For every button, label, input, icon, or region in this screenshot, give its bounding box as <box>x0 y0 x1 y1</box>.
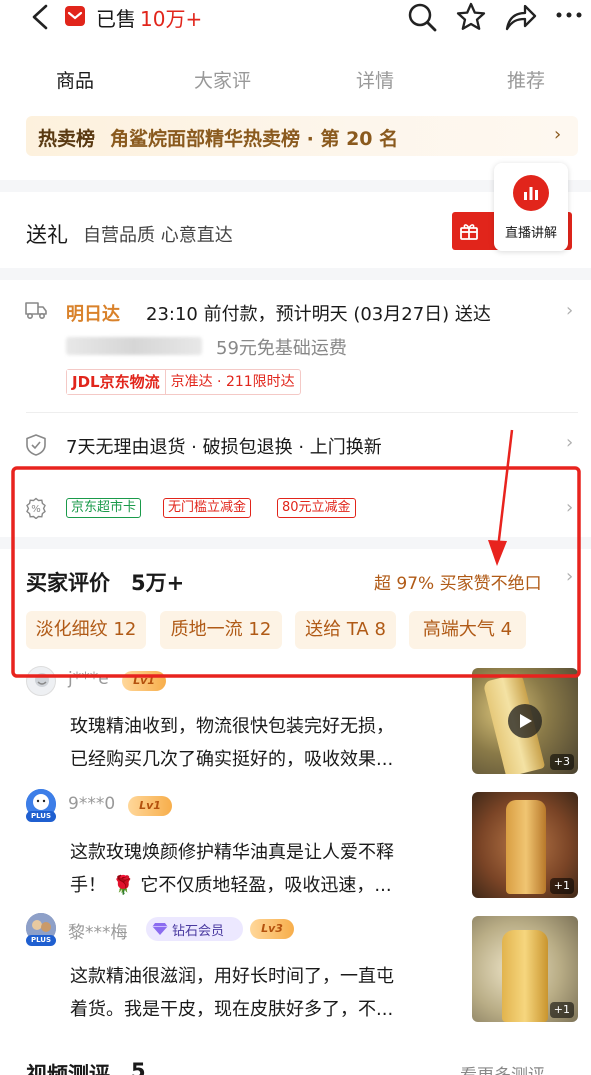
tab-details[interactable]: 详情 <box>356 66 394 93</box>
live-icon <box>513 175 549 211</box>
media-count: +1 <box>549 1002 574 1018</box>
bottle-image <box>502 930 548 1022</box>
plus-badge: PLUS <box>26 935 56 946</box>
reviews-praise: 超 97% 买家赞不绝口 <box>374 574 542 594</box>
jdl-logo: JDL京东物流 <box>67 370 166 394</box>
truck-icon <box>25 302 47 320</box>
sold-count: 10万+ <box>140 7 203 31</box>
review-media-thumbnail[interactable]: +1 <box>472 792 578 898</box>
review-text-line: 玫瑰精油收到，物流很快包装完好无损， <box>70 716 394 737</box>
section-divider <box>0 268 591 280</box>
blurred-address <box>66 337 202 355</box>
chevron-right-icon: › <box>566 300 574 321</box>
cart-icon <box>65 6 85 26</box>
tab-product[interactable]: 商品 <box>56 66 94 93</box>
level-badge: Lv1 <box>128 796 172 816</box>
video-review-count: 5 <box>131 1059 146 1075</box>
promo-tag-supermarket-card: 京东超市卡 <box>66 498 142 518</box>
reviews-count: 5万+ <box>131 571 185 595</box>
avatar: PLUS <box>26 789 56 822</box>
review-text-line: 这款玫瑰焕颜修护精华油真是让人爱不释 <box>70 842 394 863</box>
review-text-line: 它不仅质地轻盈，吸收迅速，... <box>140 875 392 896</box>
bottle-image <box>506 800 546 894</box>
chevron-right-icon: › <box>554 124 562 145</box>
chevron-right-icon: › <box>566 566 574 587</box>
logistics-tag: JDL京东物流 京准达 · 211限时达 <box>66 369 301 395</box>
level-badge: Lv3 <box>250 919 294 939</box>
plus-badge: PLUS <box>26 811 56 822</box>
review-text-line: 这款精油很滋润，用好长时间了，一直屯 <box>70 966 394 987</box>
media-count: +3 <box>549 754 574 770</box>
delivery-section[interactable]: 明日达 23:10 前付款，预计明天 (03月27日) 送达 › 59元免基础运… <box>0 280 591 410</box>
rose-icon: 🌹 <box>112 875 135 896</box>
review-tag-premium[interactable]: 高端大气 4 <box>409 611 526 649</box>
review-text-line: 已经购买几次了确实挺好的，吸收效果... <box>70 749 394 770</box>
top-bar: 已售 10万+ <box>0 0 591 36</box>
service-text: 7天无理由退货 · 破损包退换 · 上门换新 <box>66 437 382 458</box>
ranking-bar[interactable]: 热卖榜 角鲨烷面部精华热卖榜 · 第 20 名 › <box>26 116 578 156</box>
review-media-thumbnail[interactable]: +3 <box>472 668 578 774</box>
reviews-title: 买家评价 <box>26 571 110 595</box>
review-tag-fine-lines[interactable]: 淡化细纹 12 <box>26 611 146 649</box>
ranking-prefix: 热卖榜 <box>38 128 96 150</box>
review-text[interactable]: 玫瑰精油收到，物流很快包装完好无损， 已经购买几次了确实挺好的，吸收效果... <box>70 710 462 776</box>
video-review-more: 看更多测评 <box>460 1061 545 1075</box>
divider <box>26 412 578 413</box>
shipping-fee: 59元免基础运费 <box>216 338 347 359</box>
ranking-text: 角鲨烷面部精华热卖榜 · 第 20 名 <box>110 128 399 150</box>
review-text[interactable]: 这款玫瑰焕颜修护精华油真是让人爱不释 手！ 🌹 它不仅质地轻盈，吸收迅速，... <box>70 836 462 902</box>
promo-tag-80-off: 80元立减金 <box>277 498 356 518</box>
gift-icon <box>460 224 478 240</box>
back-arrow-icon[interactable] <box>30 4 50 30</box>
gift-subtitle: 自营品质 心意直达 <box>83 225 233 246</box>
review-media-thumbnail[interactable]: +1 <box>472 916 578 1022</box>
logistics-text: 京准达 · 211限时达 <box>170 374 295 390</box>
promo-row[interactable]: % 京东超市卡 无门槛立减金 80元立减金 › <box>0 480 591 536</box>
video-review-title: 视频测评 <box>26 1063 110 1075</box>
avatar <box>26 666 56 696</box>
more-icon[interactable] <box>554 10 584 20</box>
member-badge-label: 钻石会员 <box>172 923 225 939</box>
section-divider <box>0 537 591 549</box>
review-text-line: 着货。我是干皮，现在皮肤好多了，不... <box>70 999 394 1020</box>
svg-text:%: % <box>31 504 41 515</box>
level-badge: Lv1 <box>122 671 166 691</box>
reviewer-name: 黎***梅 <box>68 923 128 943</box>
reviews-header[interactable]: 买家评价 5万+ 超 97% 买家赞不绝口 › <box>0 549 591 605</box>
shield-check-icon <box>26 434 46 456</box>
star-icon[interactable] <box>455 1 487 33</box>
review-tag-gift[interactable]: 送给 TA 8 <box>295 611 396 649</box>
sold-label: 已售 <box>96 7 136 31</box>
review-tag-texture[interactable]: 质地一流 12 <box>160 611 282 649</box>
delivery-badge: 明日达 <box>66 304 120 325</box>
play-icon <box>508 704 542 738</box>
tab-recommend[interactable]: 推荐 <box>507 66 545 93</box>
review-text-line: 手！ <box>70 875 106 896</box>
search-icon[interactable] <box>406 1 438 33</box>
promo-tag-no-threshold: 无门槛立减金 <box>163 498 252 518</box>
tab-reviews[interactable]: 大家评 <box>194 66 251 93</box>
diamond-member-badge: 钻石会员 <box>146 917 243 941</box>
live-explain-label: 直播讲解 <box>504 226 557 241</box>
chevron-right-icon: › <box>566 432 574 453</box>
video-review-header[interactable]: 视频测评 5 看更多测评 <box>0 1055 591 1075</box>
share-icon[interactable] <box>504 2 538 32</box>
media-count: +1 <box>549 878 574 894</box>
avatar: PLUS <box>26 913 56 946</box>
review-text[interactable]: 这款精油很滋润，用好长时间了，一直屯 着货。我是干皮，现在皮肤好多了，不... <box>70 960 462 1026</box>
diamond-icon <box>152 923 168 935</box>
reviewer-name: 9***0 <box>68 794 116 814</box>
gift-title: 送礼 <box>26 223 68 247</box>
reviewer-name: j***e <box>68 669 109 689</box>
chevron-right-icon: › <box>566 497 574 518</box>
coupon-icon: % <box>26 497 46 519</box>
delivery-text: 23:10 前付款，预计明天 (03月27日) 送达 <box>146 304 491 325</box>
tab-bar: 商品 大家评 详情 推荐 <box>0 56 591 102</box>
service-row[interactable]: 7天无理由退货 · 破损包退换 · 上门换新 › <box>0 420 591 468</box>
live-explain-button[interactable]: 直播讲解 <box>494 163 568 251</box>
product-page: 已售 10万+ 商品 大家评 详情 推荐 热卖榜 角鲨烷面部精华热卖榜 · 第 … <box>0 0 591 1075</box>
